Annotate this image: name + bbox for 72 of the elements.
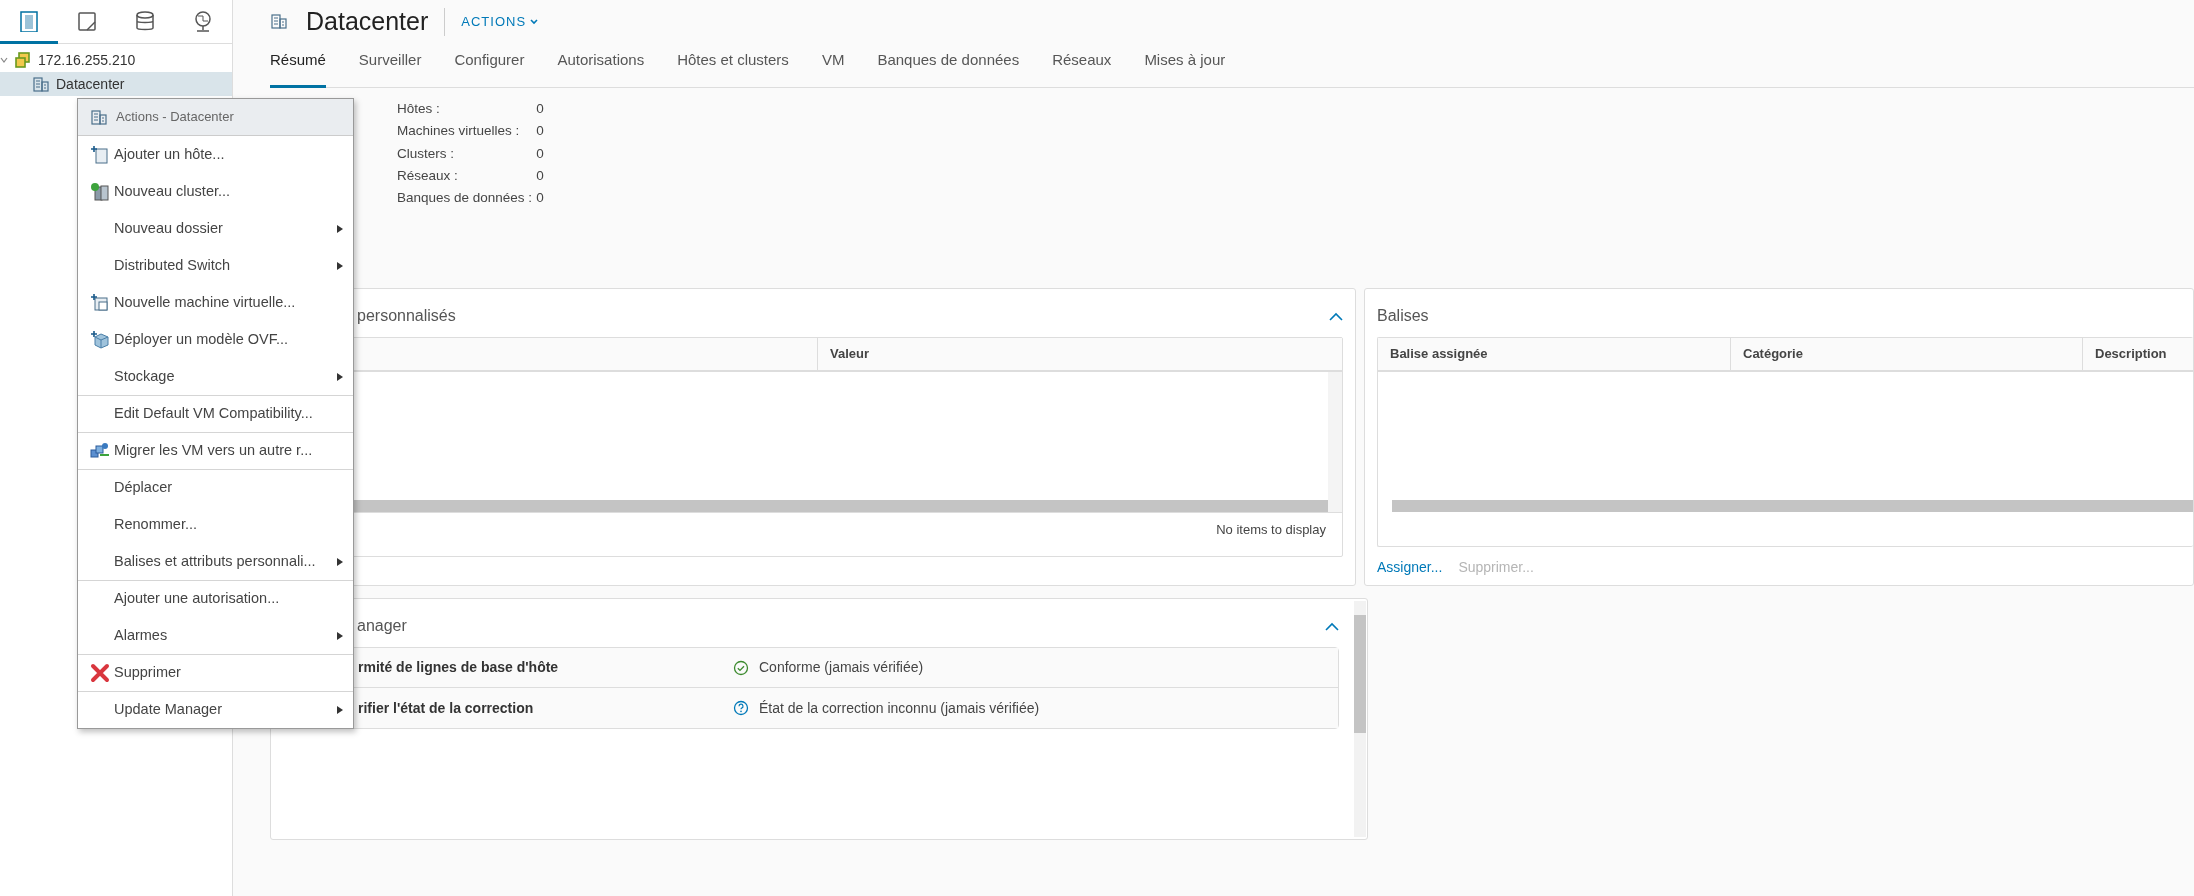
submenu-arrow-icon — [337, 261, 343, 270]
menu-item[interactable]: Update Manager — [78, 691, 353, 728]
database-icon — [134, 9, 156, 32]
menu-item[interactable]: Nouvelle machine virtuelle... — [78, 284, 353, 321]
panel-title: Balises — [1377, 306, 1429, 326]
tab[interactable]: Mises à jour — [1144, 44, 1226, 88]
menu-item[interactable]: Ajouter une autorisation... — [78, 580, 353, 617]
column-header[interactable]: Catégorie — [1730, 338, 2082, 370]
menu-item[interactable]: Stockage — [78, 358, 353, 395]
page-title: Datacenter — [306, 6, 429, 38]
menu-item[interactable]: Renommer... — [78, 506, 353, 543]
stat-label: Banques de données : — [397, 187, 537, 210]
panel-title: anager — [357, 616, 407, 636]
tree-item[interactable]: Datacenter — [0, 72, 232, 96]
collapse-icon[interactable] — [1329, 311, 1343, 321]
submenu-arrow-icon — [337, 706, 343, 714]
stat-value: 0 — [536, 144, 545, 163]
vertical-scrollbar[interactable] — [1354, 601, 1366, 837]
tab[interactable]: Résumé — [270, 44, 326, 88]
stat-label: Clusters : — [397, 142, 537, 165]
link-button[interactable]: Assigner... — [1377, 556, 1443, 578]
tab[interactable]: VM — [821, 44, 845, 88]
tab[interactable]: Hôtes et clusters — [677, 44, 789, 88]
stat-value: 0 — [536, 122, 545, 141]
submenu-arrow-icon — [337, 372, 343, 381]
chevron-down-icon — [530, 19, 539, 25]
stat-value: 0 — [536, 189, 545, 207]
tab[interactable]: Autorisations — [557, 44, 645, 88]
submenu-arrow-icon — [337, 557, 343, 566]
server-icon — [14, 51, 32, 69]
menu-item[interactable]: Migrer les VM vers un autre r... — [78, 432, 353, 469]
menu-item[interactable]: Edit Default VM Compatibility... — [78, 395, 353, 432]
menu-item[interactable]: Alarmes — [78, 617, 353, 654]
actions-button[interactable]: ACTIONS — [461, 12, 539, 32]
panel-title: personnalisés — [357, 306, 456, 326]
hosts-icon — [18, 9, 40, 32]
submenu-arrow-icon — [337, 224, 343, 233]
menu-item[interactable]: Ajouter un hôte... — [78, 136, 353, 173]
status-text: Conforme (jamais vérifiée) — [759, 658, 924, 677]
tree-item[interactable]: 172.16.255.210 — [0, 48, 232, 72]
stat-label: Machines virtuelles : — [397, 120, 537, 143]
vertical-scrollbar[interactable] — [1328, 372, 1342, 512]
tab[interactable]: Surveiller — [358, 44, 422, 88]
menu-item[interactable]: Nouveau cluster... — [78, 173, 353, 210]
stat-value: 0 — [536, 166, 545, 185]
stat-value: 0 — [536, 100, 545, 118]
menu-item[interactable]: Déplacer — [78, 469, 353, 506]
menu-item[interactable]: Balises et attributs personnali... — [78, 543, 353, 580]
building-icon — [270, 12, 290, 32]
footer-text: No items to display — [1216, 520, 1326, 539]
collapse-icon[interactable] — [1325, 621, 1339, 631]
building-icon — [32, 75, 50, 93]
submenu-arrow-icon — [337, 631, 343, 640]
stat-label: Hôtes : — [397, 98, 537, 121]
menu-title: Actions - Datacenter — [116, 108, 234, 127]
tab[interactable]: Configurer — [454, 44, 525, 88]
row-label: rifier l'état de la correction — [358, 698, 535, 718]
globe-icon — [192, 9, 214, 32]
row-label: rmité de lignes de base d'hôte — [358, 658, 560, 677]
menu-item[interactable]: Distributed Switch — [78, 247, 353, 284]
column-header[interactable]: Balise assignée — [1378, 338, 1730, 370]
menu-item[interactable]: Nouveau dossier — [78, 210, 353, 247]
document-icon — [76, 9, 98, 32]
menu-item[interactable]: Déployer un modèle OVF... — [78, 321, 353, 358]
horizontal-scrollbar[interactable] — [1392, 500, 2193, 512]
status-text: État de la correction inconnu (jamais vérifiée) — [759, 698, 1040, 718]
column-header[interactable]: Description — [2082, 338, 2194, 370]
stat-label: Réseaux : — [397, 164, 537, 187]
tab[interactable]: Banques de données — [877, 44, 1020, 88]
menu-item[interactable]: Supprimer — [78, 654, 353, 691]
tab[interactable]: Réseaux — [1052, 44, 1112, 88]
building-icon — [90, 108, 108, 126]
